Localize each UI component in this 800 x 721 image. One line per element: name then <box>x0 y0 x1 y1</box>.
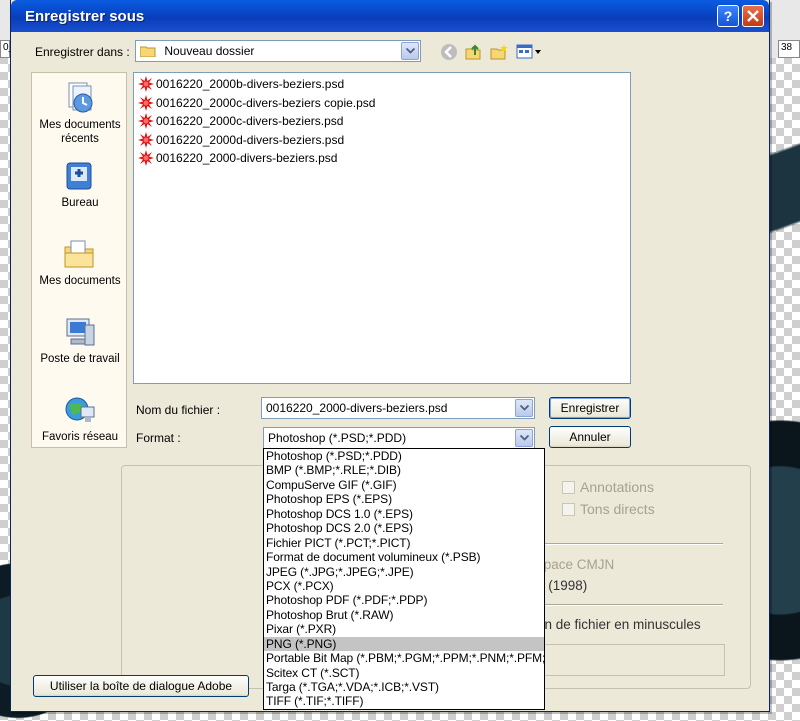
my-documents-icon <box>64 240 94 268</box>
photoshop-file-icon <box>138 150 154 166</box>
save-button[interactable]: Enregistrer <box>549 397 631 419</box>
place-label: Poste de travail <box>40 353 120 365</box>
spot-colors-checkbox[interactable]: Tons directs <box>562 501 655 517</box>
format-option[interactable]: Pixar (*.PXR) <box>264 622 544 636</box>
folder-icon <box>140 46 156 57</box>
file-list-item[interactable]: 0016220_2000-divers-beziers.psd <box>138 149 337 167</box>
save-in-dropdown-button[interactable] <box>401 42 419 60</box>
save-in-value: Nouveau dossier <box>164 44 255 58</box>
format-option[interactable]: PNG (*.PNG) <box>264 636 544 652</box>
lowercase-extension-text: on de fichier en minuscules <box>537 617 701 632</box>
save-in-label: Enregistrer dans : <box>35 45 130 59</box>
file-name: 0016220_2000c-divers-beziers copie.psd <box>156 95 376 110</box>
place-network-places[interactable]: Favoris réseau <box>32 393 128 444</box>
format-option[interactable]: Photoshop PDF (*.PDF;*.PDP) <box>264 593 544 607</box>
my-computer-icon <box>66 318 95 346</box>
filename-value: 0016220_2000-divers-beziers.psd <box>266 401 448 415</box>
file-name: 0016220_2000c-divers-beziers.psd <box>156 114 344 128</box>
place-label: Bureau <box>61 197 99 209</box>
place-my-computer[interactable]: Poste de travail <box>32 315 128 366</box>
format-option[interactable]: Photoshop DCS 2.0 (*.EPS) <box>264 521 544 535</box>
format-option[interactable]: Portable Bit Map (*.PBM;*.PGM;*.PPM;*.PN… <box>264 651 544 665</box>
options-divider <box>533 604 723 606</box>
format-option[interactable]: CompuServe GIF (*.GIF) <box>264 478 544 492</box>
help-button[interactable]: ? <box>717 5 739 27</box>
format-option[interactable]: TIFF (*.TIF;*.TIFF) <box>264 694 544 708</box>
format-option[interactable]: Photoshop DCS 1.0 (*.EPS) <box>264 507 544 521</box>
filename-input[interactable]: 0016220_2000-divers-beziers.psd <box>261 397 535 419</box>
place-label: Mes documents <box>39 275 121 287</box>
cmyk-option-text: space CMJN <box>537 557 615 572</box>
places-bar: Mes documents récents Bureau Mes documen… <box>31 72 127 448</box>
new-folder-icon <box>490 44 508 60</box>
save-in-combo[interactable]: Nouveau dossier <box>135 40 421 62</box>
close-icon <box>747 10 759 22</box>
format-option[interactable]: Photoshop Brut (*.RAW) <box>264 608 544 622</box>
format-option[interactable]: BMP (*.BMP;*.RLE;*.DIB) <box>264 463 544 477</box>
dialog-title: Enregistrer sous <box>25 8 145 25</box>
format-option[interactable]: PCX (*.PCX) <box>264 579 544 593</box>
file-list-item[interactable]: 0016220_2000c-divers-beziers copie.psd <box>138 94 375 112</box>
photoshop-file-icon <box>138 131 154 148</box>
back-button[interactable] <box>439 42 459 62</box>
view-menu-button[interactable] <box>515 42 543 62</box>
file-name: 0016220_2000b-divers-beziers.psd <box>156 77 345 91</box>
format-option[interactable]: JPEG (*.JPG;*.JPEG;*.JPE) <box>264 565 544 579</box>
recent-documents-icon <box>68 82 93 113</box>
dialog-titlebar[interactable]: Enregistrer sous <box>11 0 769 32</box>
warning-box <box>533 644 725 676</box>
format-option[interactable]: Scitex CT (*.SCT) <box>264 666 544 680</box>
new-folder-button[interactable] <box>489 42 509 62</box>
place-my-documents[interactable]: Mes documents <box>32 237 128 288</box>
chevron-down-icon <box>405 48 415 54</box>
place-label: Mes documents récents <box>39 119 121 145</box>
checkbox-box <box>562 502 575 516</box>
filename-label: Nom du fichier : <box>136 403 221 417</box>
place-desktop[interactable]: Bureau <box>32 159 128 210</box>
format-option[interactable]: Photoshop EPS (*.EPS) <box>264 492 544 506</box>
file-list-item[interactable]: 0016220_2000b-divers-beziers.psd <box>138 75 344 93</box>
format-label: Format : <box>136 431 181 445</box>
cancel-button[interactable]: Annuler <box>549 426 631 448</box>
chevron-down-icon <box>519 405 529 411</box>
up-folder-button[interactable] <box>463 42 483 62</box>
desktop-icon <box>66 162 92 190</box>
photoshop-file-icon <box>138 94 154 111</box>
format-value: Photoshop (*.PSD;*.PDD) <box>268 431 407 445</box>
chevron-down-icon <box>519 435 529 441</box>
annotations-label: Annotations <box>580 479 654 495</box>
spot-colors-label: Tons directs <box>580 501 655 517</box>
close-button[interactable] <box>742 5 764 27</box>
file-list-item[interactable]: 0016220_2000c-divers-beziers.psd <box>138 112 343 130</box>
file-name: 0016220_2000-divers-beziers.psd <box>156 151 338 165</box>
back-arrow-icon <box>441 44 457 60</box>
place-recent-documents[interactable]: Mes documents récents <box>32 81 128 146</box>
background-image-shape <box>770 60 800 360</box>
format-dropdown-list[interactable]: Photoshop (*.PSD;*.PDD) BMP (*.BMP;*.RLE;… <box>263 448 545 710</box>
format-option[interactable]: Targa (*.TGA;*.VDA;*.ICB;*.VST) <box>264 680 544 694</box>
file-list[interactable]: 0016220_2000b-divers-beziers.psd 0016220_… <box>133 72 631 384</box>
format-option[interactable]: Fichier PICT (*.PCT;*.PICT) <box>264 536 544 550</box>
photoshop-file-icon <box>138 113 154 129</box>
format-option[interactable]: Format de document volumineux (*.PSB) <box>264 550 544 564</box>
annotations-checkbox[interactable]: Annotations <box>562 479 654 495</box>
help-icon: ? <box>723 8 733 24</box>
options-divider <box>533 543 723 545</box>
view-menu-icon <box>516 44 541 59</box>
network-places-icon <box>65 397 95 422</box>
format-option[interactable]: Photoshop (*.PSD;*.PDD) <box>264 449 544 463</box>
format-select[interactable]: Photoshop (*.PSD;*.PDD) <box>263 427 535 449</box>
photoshop-file-icon <box>138 76 154 92</box>
use-adobe-dialog-button[interactable]: Utiliser la boîte de dialogue Adobe <box>33 675 249 697</box>
place-label: Favoris réseau <box>41 431 119 443</box>
format-dropdown-button[interactable] <box>515 429 533 447</box>
background-ruler-right: 38 <box>778 40 800 58</box>
up-folder-icon <box>465 44 481 60</box>
file-list-item[interactable]: 0016220_2000d-divers-beziers.psd <box>138 131 344 149</box>
background-ruler-left: 0_ <box>0 40 14 58</box>
save-as-dialog: Enregistrer sous ? Enregistrer dans : No… <box>10 0 770 712</box>
checkbox-box <box>562 480 575 494</box>
file-name: 0016220_2000d-divers-beziers.psd <box>156 132 345 147</box>
filename-dropdown-button[interactable] <box>515 399 533 417</box>
